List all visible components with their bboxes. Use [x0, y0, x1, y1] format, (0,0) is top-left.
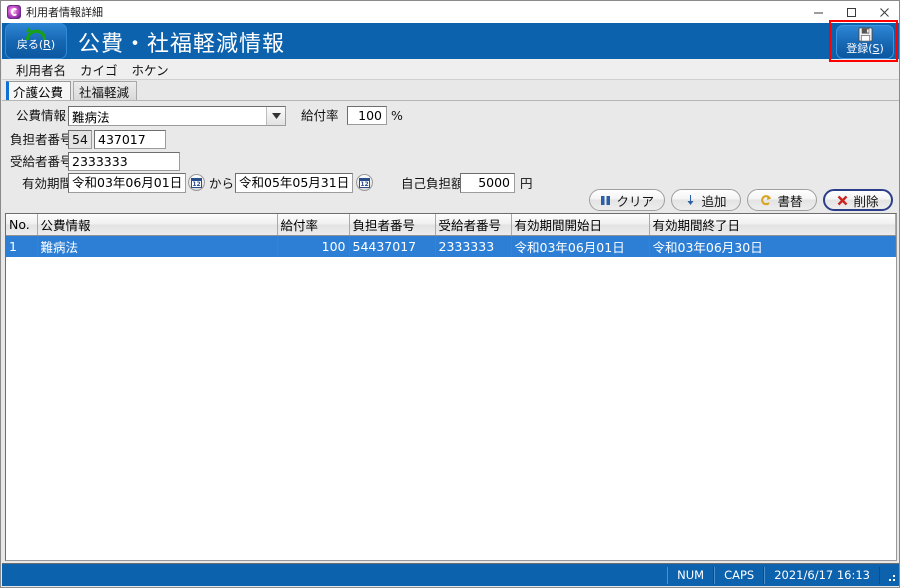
- resize-grip-icon[interactable]: [882, 568, 896, 582]
- tab-kaigo-kohi[interactable]: 介護公費: [6, 81, 71, 101]
- tab-strip: 介護公費 社福軽減: [2, 80, 900, 101]
- cell-recipient: 2333333: [435, 236, 511, 258]
- payer-number-prefix: 54: [68, 130, 92, 149]
- recipient-number-input[interactable]: 2333333: [68, 152, 180, 171]
- add-button[interactable]: 追加: [671, 189, 741, 211]
- calendar-icon-end[interactable]: 12: [356, 174, 373, 191]
- os-title-bar: 利用者情報詳細: [1, 1, 900, 23]
- kohi-info-label: 公費情報: [10, 107, 66, 125]
- grid-col-payer[interactable]: 負担者番号: [349, 214, 435, 236]
- application-window: 利用者情報詳細 戻る(R) 公費・社福軽減情報: [0, 0, 900, 588]
- table-row[interactable]: 1 難病法 100 54437017 2333333 令和03年06月01日 令…: [6, 236, 896, 258]
- window-controls: [802, 1, 900, 23]
- valid-period-start-input[interactable]: 令和03年06月01日: [68, 173, 186, 193]
- close-button[interactable]: [868, 1, 900, 23]
- user-name-kana-sei: カイゴ: [80, 60, 118, 79]
- save-disk-icon: [858, 27, 873, 42]
- grid-col-end[interactable]: 有効期間終了日: [649, 214, 896, 236]
- tab-kaigo-kohi-label: 介護公費: [13, 82, 63, 101]
- benefit-rate-input[interactable]: 100: [347, 106, 387, 125]
- delete-button[interactable]: 削除: [823, 189, 893, 211]
- window-title: 利用者情報詳細: [26, 4, 103, 20]
- add-button-label: 追加: [701, 191, 726, 210]
- self-pay-unit: 円: [520, 175, 533, 193]
- payer-number-label: 負担者番号: [10, 131, 73, 149]
- user-name-kana-mei: ホケン: [132, 60, 169, 79]
- delete-x-icon: [837, 195, 848, 206]
- rewrite-icon: [761, 195, 772, 206]
- period-separator-label: から: [209, 175, 234, 193]
- cell-start: 令和03年06月01日: [511, 236, 649, 258]
- self-pay-input[interactable]: 5000: [460, 173, 515, 193]
- kohi-grid-table: No. 公費情報 給付率 負担者番号 受給者番号 有効期間開始日 有効期間終了日…: [6, 214, 896, 257]
- grid-col-no[interactable]: No.: [6, 214, 37, 236]
- pause-icon: [600, 195, 611, 206]
- register-button[interactable]: 登録(S): [836, 25, 894, 59]
- user-name-row: 利用者名 カイゴ ホケン: [2, 59, 900, 80]
- valid-period-end-input[interactable]: 令和05年05月31日: [235, 173, 353, 193]
- app-header-bar: 戻る(R) 公費・社福軽減情報 登録(S): [2, 23, 900, 59]
- status-datetime: 2021/6/17 16:13: [764, 567, 880, 584]
- grid-col-start[interactable]: 有効期間開始日: [511, 214, 649, 236]
- cell-payer: 54437017: [349, 236, 435, 258]
- benefit-rate-label: 給付率: [301, 107, 339, 125]
- cell-kohi: 難病法: [37, 236, 277, 258]
- tab-shafuku-keigen-label: 社福軽減: [79, 82, 129, 101]
- calendar-glyph-end: 12: [359, 178, 370, 188]
- status-bar: NUM CAPS 2021/6/17 16:13: [2, 563, 900, 586]
- action-button-row: クリア 追加 書替 削除: [589, 189, 893, 211]
- grid-header-row: No. 公費情報 給付率 負担者番号 受給者番号 有効期間開始日 有効期間終了日: [6, 214, 896, 236]
- calendar-glyph-start: 12: [191, 178, 202, 188]
- cell-rate: 100: [277, 236, 349, 258]
- calendar-icon-start[interactable]: 12: [188, 174, 205, 191]
- back-button-label: 戻る(R): [17, 39, 55, 51]
- rewrite-button-label: 書替: [777, 191, 802, 210]
- valid-period-label: 有効期間: [22, 175, 72, 193]
- maximize-button[interactable]: [835, 1, 868, 23]
- add-arrow-icon: [685, 195, 696, 206]
- register-button-label: 登録(S): [846, 42, 884, 55]
- user-name-label: 利用者名: [16, 60, 66, 79]
- self-pay-label: 自己負担額: [401, 175, 464, 193]
- page-title: 公費・社福軽減情報: [78, 26, 285, 58]
- recipient-number-label: 受給者番号: [10, 153, 73, 171]
- grid-col-kohi[interactable]: 公費情報: [37, 214, 277, 236]
- grid-col-recipient[interactable]: 受給者番号: [435, 214, 511, 236]
- clear-button[interactable]: クリア: [589, 189, 665, 211]
- minimize-button[interactable]: [802, 1, 835, 23]
- delete-button-label: 削除: [853, 191, 878, 210]
- status-num-indicator: NUM: [667, 567, 714, 584]
- grid-col-rate[interactable]: 給付率: [277, 214, 349, 236]
- tab-shafuku-keigen[interactable]: 社福軽減: [73, 81, 137, 101]
- cell-no: 1: [6, 236, 37, 258]
- rewrite-button[interactable]: 書替: [747, 189, 817, 211]
- clear-button-label: クリア: [616, 191, 654, 210]
- payer-number-input[interactable]: 437017: [94, 130, 166, 149]
- chevron-down-icon[interactable]: [266, 107, 285, 125]
- app-icon: [7, 5, 21, 19]
- kohi-info-combobox[interactable]: 難病法: [68, 106, 286, 126]
- kohi-info-value: 難病法: [69, 107, 266, 126]
- kohi-grid[interactable]: No. 公費情報 給付率 負担者番号 受給者番号 有効期間開始日 有効期間終了日…: [5, 213, 897, 561]
- benefit-rate-unit: %: [391, 107, 403, 125]
- status-caps-indicator: CAPS: [714, 567, 764, 584]
- cell-end: 令和03年06月30日: [649, 236, 896, 258]
- back-button[interactable]: 戻る(R): [5, 23, 67, 59]
